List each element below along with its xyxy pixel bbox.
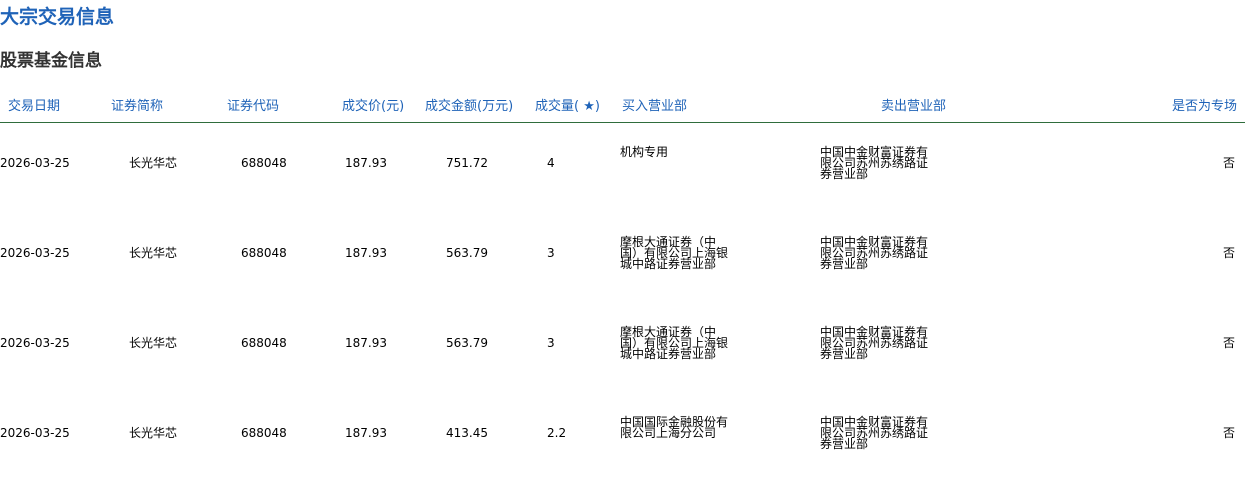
cell-volume: 3 — [547, 246, 555, 260]
cell-special: 否 — [1222, 426, 1235, 440]
cell-seller: 中国中金财富证券有限公司苏州苏绣路证券营业部 — [820, 325, 929, 361]
cell-seller: 中国中金财富证券有限公司苏州苏绣路证券营业部 — [820, 415, 929, 451]
cell-code[interactable]: 688048 — [241, 337, 287, 349]
cell-name[interactable]: 长光华芯 — [129, 157, 177, 169]
cell-volume: 2.2 — [547, 426, 567, 440]
cell-buyer: 中国国际金融股份有限公司上海分公司 — [620, 415, 729, 440]
block-trade-page: 大宗交易信息 股票基金信息 交易日期 证券简称 证券代码 成交价(元) 成交金额… — [0, 0, 1245, 484]
cell-price: 187.93 — [345, 336, 387, 350]
cell-seller: 中国中金财富证券有限公司苏州苏绣路证券营业部 — [820, 145, 929, 181]
table-header: 交易日期 证券简称 证券代码 成交价(元) 成交金额(万元) 成交量( ★) 买… — [0, 94, 1245, 123]
cell-name[interactable]: 长光华芯 — [129, 247, 177, 259]
header-code[interactable]: 证券代码 — [227, 98, 279, 116]
table-body: 2026-03-25 长光华芯 688048 187.93 751.72 4 机… — [0, 124, 1245, 484]
header-buyer[interactable]: 买入营业部 — [622, 98, 687, 116]
header-price[interactable]: 成交价(元) — [342, 98, 404, 116]
table-row: 2026-03-25 长光华芯 688048 187.93 751.72 4 机… — [0, 124, 1245, 214]
header-amount[interactable]: 成交金额(万元) — [425, 98, 513, 116]
cell-name[interactable]: 长光华芯 — [129, 427, 177, 439]
cell-buyer: 摩根大通证券（中国）有限公司上海银城中路证券营业部 — [620, 235, 729, 271]
cell-date: 2026-03-25 — [0, 156, 70, 170]
cell-seller: 中国中金财富证券有限公司苏州苏绣路证券营业部 — [820, 235, 929, 271]
cell-amount: 563.79 — [446, 336, 488, 350]
cell-date: 2026-03-25 — [0, 426, 70, 440]
cell-date: 2026-03-25 — [0, 336, 70, 350]
page-title: 大宗交易信息 — [0, 6, 115, 28]
cell-name[interactable]: 长光华芯 — [129, 337, 177, 349]
header-date[interactable]: 交易日期 — [8, 98, 60, 116]
section-title: 股票基金信息 — [0, 51, 102, 71]
cell-amount: 751.72 — [446, 156, 488, 170]
cell-buyer: 摩根大通证券（中国）有限公司上海银城中路证券营业部 — [620, 325, 729, 361]
cell-special: 否 — [1222, 246, 1235, 260]
cell-code[interactable]: 688048 — [241, 427, 287, 439]
cell-special: 否 — [1222, 156, 1235, 170]
header-special[interactable]: 是否为专场 — [1172, 98, 1237, 116]
cell-code[interactable]: 688048 — [241, 157, 287, 169]
cell-price: 187.93 — [345, 156, 387, 170]
cell-volume: 3 — [547, 336, 555, 350]
header-seller[interactable]: 卖出营业部 — [881, 98, 946, 116]
cell-volume: 4 — [547, 156, 555, 170]
cell-special: 否 — [1222, 336, 1235, 350]
cell-amount: 563.79 — [446, 246, 488, 260]
cell-price: 187.93 — [345, 246, 387, 260]
table-row: 2026-03-25 长光华芯 688048 187.93 563.79 3 摩… — [0, 214, 1245, 304]
cell-date: 2026-03-25 — [0, 246, 70, 260]
table-row: 2026-03-25 长光华芯 688048 187.93 563.79 3 摩… — [0, 304, 1245, 394]
header-name[interactable]: 证券简称 — [111, 98, 163, 116]
table-row: 2026-03-25 长光华芯 688048 187.93 413.45 2.2… — [0, 394, 1245, 484]
cell-buyer: 机构专用 — [620, 145, 669, 159]
header-volume[interactable]: 成交量( ★) — [535, 98, 600, 116]
cell-code[interactable]: 688048 — [241, 247, 287, 259]
cell-price: 187.93 — [345, 426, 387, 440]
cell-amount: 413.45 — [446, 426, 488, 440]
